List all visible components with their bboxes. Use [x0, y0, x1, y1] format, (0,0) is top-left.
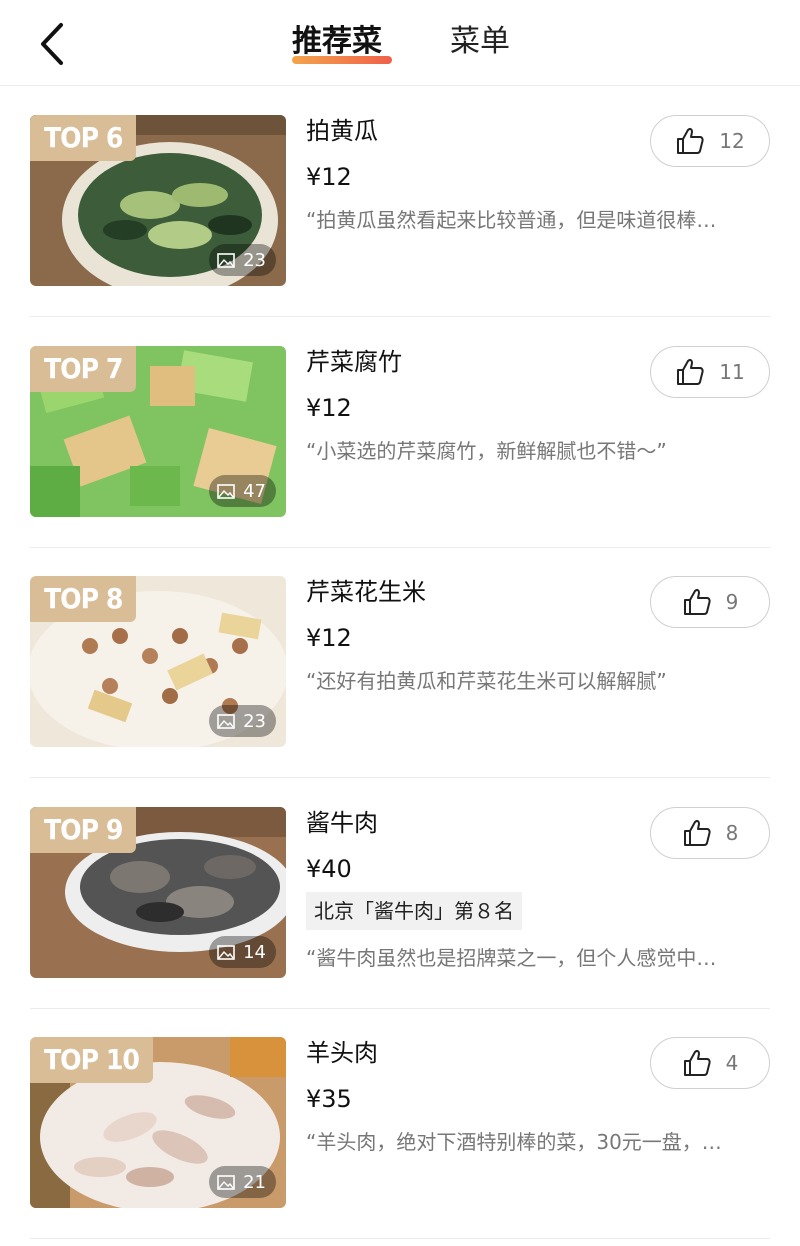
thumbs-up-icon [683, 588, 711, 615]
dish-price: ¥12 [306, 394, 352, 422]
like-count: 11 [719, 360, 745, 384]
review-quote: “还好有拍黄瓜和芹菜花生米可以解解腻” [306, 669, 667, 693]
like-count: 8 [725, 821, 739, 845]
rank-badge: TOP 9 [30, 807, 137, 853]
list-item[interactable]: TOP 6 23 拍黄瓜 ¥12 “拍黄瓜虽然看起来比较普通，但是味道很棒… 1… [30, 86, 770, 317]
dish-price: ¥40 [306, 855, 352, 883]
back-button[interactable] [24, 16, 80, 72]
photo-count-badge: 23 [209, 244, 276, 276]
like-button[interactable]: 12 [650, 115, 770, 167]
list-item[interactable]: TOP 7 47 芹菜腐竹 ¥12 “小菜选的芹菜腐竹，新鲜解腻也不错～” 11 [30, 317, 770, 548]
dish-photo[interactable]: TOP 6 23 [30, 115, 286, 286]
dish-price: ¥35 [306, 1085, 352, 1113]
photo-count-badge: 23 [209, 705, 276, 737]
review-quote: “拍黄瓜虽然看起来比较普通，但是味道很棒… [306, 208, 717, 232]
thumbs-up-icon [677, 127, 704, 154]
thumbs-up-icon [683, 1049, 711, 1076]
photo-count: 14 [243, 941, 266, 963]
chevron-left-icon [41, 23, 63, 65]
photo-count-badge: 47 [209, 475, 276, 507]
review-quote: “小菜选的芹菜腐竹，新鲜解腻也不错～” [306, 439, 667, 463]
rank-badge: TOP 8 [30, 576, 137, 622]
review-quote: “羊头肉，绝对下酒特别棒的菜，30元一盘，… [306, 1130, 722, 1154]
like-button[interactable]: 4 [650, 1037, 770, 1089]
tab-recommended-dishes[interactable]: 推荐菜 [292, 22, 382, 62]
dish-name[interactable]: 拍黄瓜 [306, 114, 378, 148]
list-item[interactable]: TOP 8 23 芹菜花生米 ¥12 “还好有拍黄瓜和芹菜花生米可以解解腻” 9 [30, 547, 770, 778]
image-icon [217, 713, 235, 729]
image-icon [217, 483, 235, 499]
tab-menu[interactable]: 菜单 [450, 22, 510, 62]
dish-price: ¥12 [306, 624, 352, 652]
like-button[interactable]: 11 [650, 346, 770, 398]
rank-badge: TOP 6 [30, 115, 137, 161]
photo-count-badge: 21 [209, 1166, 276, 1198]
photo-count-badge: 14 [209, 936, 276, 968]
dish-name[interactable]: 芹菜腐竹 [306, 345, 402, 379]
photo-count: 21 [243, 1171, 266, 1193]
tab-label: 推荐菜 [292, 24, 382, 59]
tab-label: 菜单 [450, 24, 510, 59]
like-count: 4 [725, 1051, 739, 1075]
dish-photo[interactable]: TOP 8 23 [30, 576, 286, 747]
list-item[interactable]: TOP 9 14 酱牛肉 ¥40 北京「酱牛肉」第８名 “酱牛肉虽然也是招牌菜之… [30, 778, 770, 1009]
like-count: 12 [719, 129, 745, 153]
like-count: 9 [725, 590, 739, 614]
image-icon [217, 252, 235, 268]
city-ranking-tag[interactable]: 北京「酱牛肉」第８名 [306, 892, 522, 930]
review-quote: “酱牛肉虽然也是招牌菜之一，但个人感觉中… [306, 946, 717, 970]
like-button[interactable]: 8 [650, 807, 770, 859]
photo-count: 23 [243, 249, 266, 271]
photo-count: 47 [243, 480, 266, 502]
dish-name[interactable]: 酱牛肉 [306, 806, 378, 840]
dish-photo[interactable]: TOP 7 47 [30, 346, 286, 517]
dish-photo[interactable]: TOP 9 14 [30, 807, 286, 978]
like-button[interactable]: 9 [650, 576, 770, 628]
list-item[interactable]: TOP 10 21 羊头肉 ¥35 “羊头肉，绝对下酒特别棒的菜，30元一盘，…… [30, 1008, 770, 1239]
rank-badge: TOP 10 [30, 1037, 153, 1083]
image-icon [217, 944, 235, 960]
photo-count: 23 [243, 710, 266, 732]
dish-price: ¥12 [306, 163, 352, 191]
thumbs-up-icon [677, 358, 704, 385]
rank-badge: TOP 7 [30, 346, 137, 392]
dish-photo[interactable]: TOP 10 21 [30, 1037, 286, 1208]
dish-name[interactable]: 羊头肉 [306, 1036, 378, 1070]
image-icon [217, 1174, 235, 1190]
thumbs-up-icon [683, 819, 711, 846]
dish-name[interactable]: 芹菜花生米 [306, 575, 426, 609]
top-nav-bar: 推荐菜 菜单 [0, 0, 800, 86]
